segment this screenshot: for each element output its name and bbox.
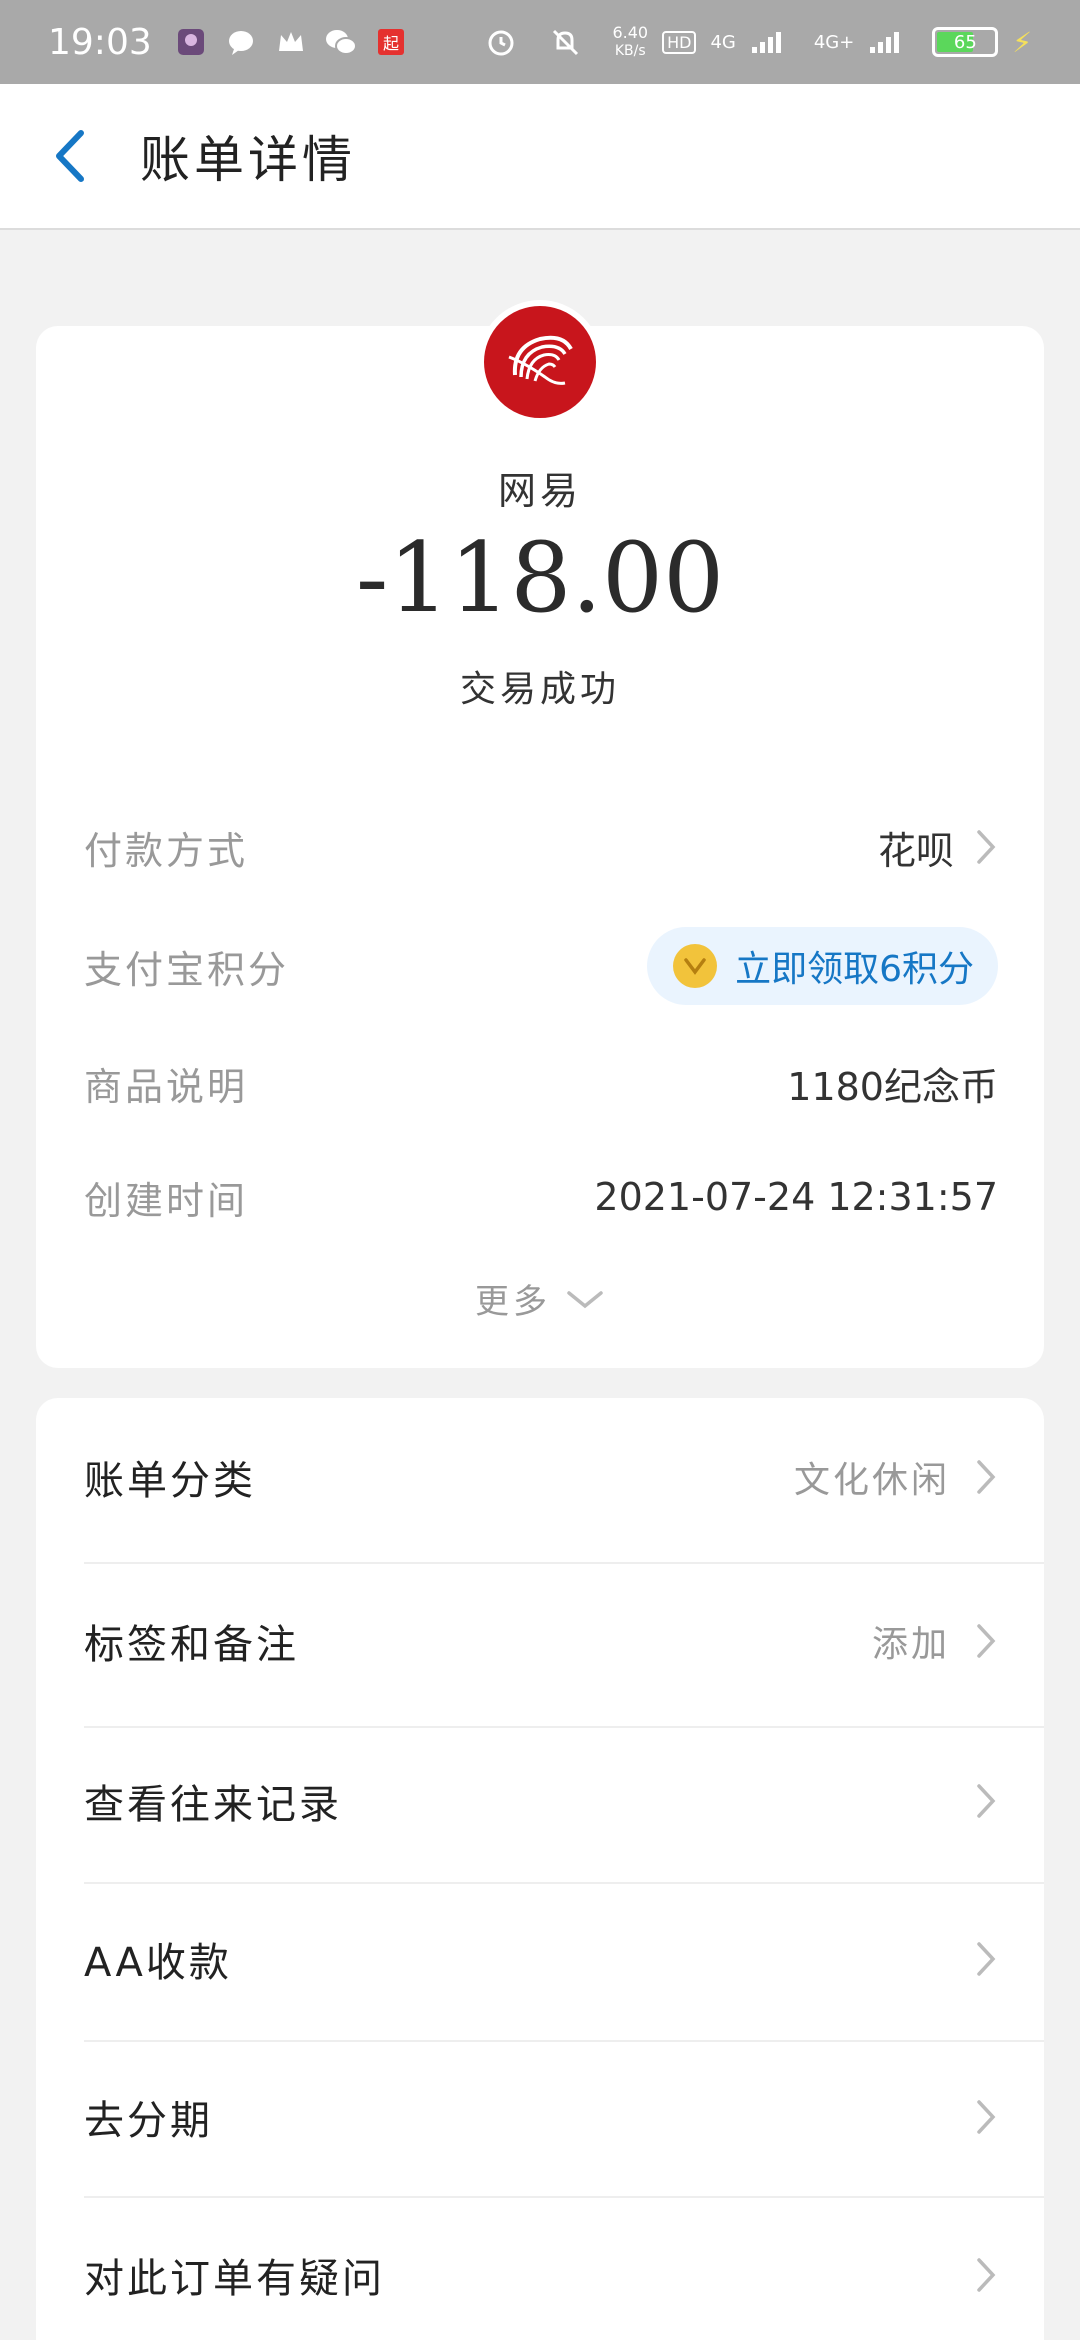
chevron-right-icon	[977, 1784, 996, 1818]
page-title: 账单详情	[140, 131, 356, 189]
list-item-label: 去分期	[84, 2098, 213, 2144]
back-button[interactable]	[0, 83, 140, 229]
list-item-value: 文化休闲	[793, 1460, 950, 1501]
list-item-label: 查看往来记录	[84, 1782, 342, 1828]
chevron-right-icon	[977, 1624, 996, 1658]
list-item-label: 对此订单有疑问	[84, 2256, 385, 2302]
more-label: 更多	[475, 1282, 551, 1322]
created-time-label: 创建时间	[84, 1178, 249, 1223]
divider	[84, 1562, 1044, 1564]
merchant-logo	[478, 300, 602, 424]
list-item-transaction-history[interactable]: 查看往来记录	[84, 1748, 998, 1854]
transaction-amount: -118.00	[355, 522, 725, 634]
list-item-label: AA收款	[84, 1940, 232, 1986]
net-speed-unit: KB/s	[614, 43, 646, 59]
chevron-left-icon	[56, 130, 84, 182]
signal-4g-label: 4G	[710, 31, 736, 53]
divider	[84, 1726, 1044, 1728]
chevron-right-icon	[977, 2100, 996, 2134]
hd-indicator: HD	[662, 30, 697, 54]
signal-bars-icon	[750, 25, 784, 59]
actions-card: 账单分类 文化休闲 标签和备注 添加 查看往来记录 AA收款 去分期 对此订单有…	[36, 1398, 1044, 2340]
battery-level: 65	[953, 31, 977, 53]
product-label: 商品说明	[84, 1064, 249, 1109]
coin-icon	[673, 944, 718, 988]
chevron-down-icon	[567, 1290, 603, 1308]
list-item-value: 添加	[871, 1624, 950, 1665]
game-app-icon	[174, 25, 208, 59]
chevron-right-icon	[977, 830, 996, 864]
wechat-icon	[324, 25, 358, 59]
list-item-label: 账单分类	[84, 1458, 256, 1504]
list-item-tags-notes[interactable]: 标签和备注 添加	[84, 1588, 998, 1694]
message-icon	[224, 25, 258, 59]
qidian-icon: 起	[374, 25, 408, 59]
net-speed-value: 6.40	[612, 23, 649, 42]
payment-method-row[interactable]: 付款方式 花呗	[84, 812, 998, 882]
product-value: 1180纪念币	[787, 1064, 998, 1109]
points-row: 支付宝积分 立即领取6积分	[84, 916, 998, 1016]
alarm-icon	[484, 25, 518, 59]
payment-method-value: 花呗	[877, 828, 954, 873]
created-time-row: 创建时间 2021-07-24 12:31:57	[84, 1162, 998, 1232]
merchant-name: 网易	[497, 469, 582, 513]
list-item-aa-collect[interactable]: AA收款	[84, 1906, 998, 2012]
svg-text:起: 起	[383, 34, 399, 53]
transaction-status: 交易成功	[459, 669, 620, 710]
list-item-label: 标签和备注	[84, 1622, 299, 1668]
divider	[84, 2040, 1044, 2042]
list-item-installment[interactable]: 去分期	[84, 2064, 998, 2170]
status-time: 19:03	[48, 21, 152, 63]
created-time-value: 2021-07-24 12:31:57	[594, 1175, 998, 1219]
network-speed: 6.40 KB/s	[612, 24, 648, 60]
list-item-order-question[interactable]: 对此订单有疑问	[84, 2222, 998, 2328]
list-item-bill-category[interactable]: 账单分类 文化休闲	[84, 1424, 998, 1530]
charging-icon: ⚡	[1012, 25, 1032, 59]
mute-notification-icon	[548, 25, 582, 59]
crown-icon	[274, 25, 308, 59]
battery-indicator: 65	[932, 27, 999, 57]
chevron-right-icon	[977, 1460, 996, 1494]
divider	[84, 1882, 1044, 1884]
claim-points-label: 立即领取6积分	[735, 949, 974, 990]
signal-4gplus-label: 4G+	[813, 31, 855, 53]
payment-method-label: 付款方式	[84, 828, 249, 873]
status-bar: 19:03 起 6.40 KB/s HD 4G 4G+ 65 ⚡	[0, 0, 1080, 84]
claim-points-button[interactable]: 立即领取6积分	[647, 927, 998, 1005]
points-label: 支付宝积分	[84, 947, 290, 992]
signal-bars-icon	[868, 25, 902, 59]
chevron-right-icon	[977, 2258, 996, 2292]
transaction-card: 网易 -118.00 交易成功 付款方式 花呗 支付宝积分 立即领取6积分 商品…	[36, 300, 1044, 1368]
chevron-right-icon	[977, 1942, 996, 1976]
product-row: 商品说明 1180纪念币	[84, 1048, 998, 1118]
page-header: 账单详情	[0, 84, 1080, 230]
more-toggle[interactable]: 更多	[36, 1274, 1044, 1323]
divider	[84, 2196, 1044, 2198]
